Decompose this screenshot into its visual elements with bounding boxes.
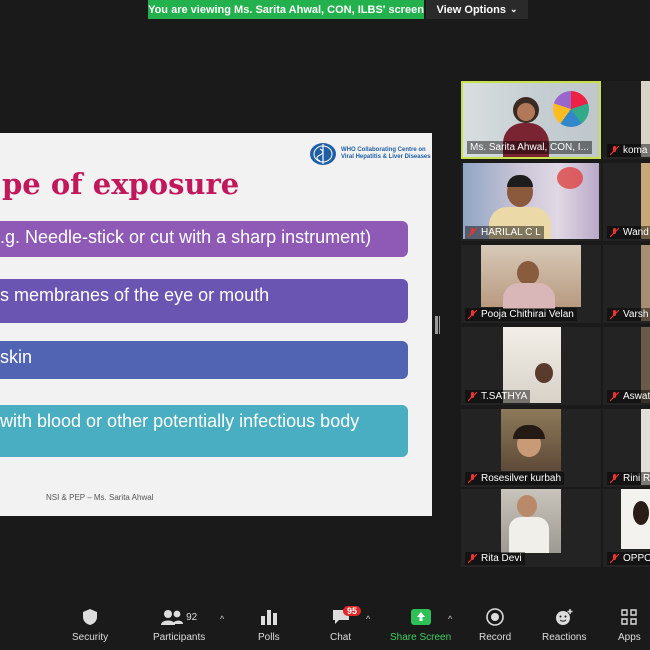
splitter-handle[interactable]: [435, 316, 438, 334]
slide-footer: NSI & PEP – Ms. Sarita Ahwal: [46, 493, 154, 502]
polls-icon: [260, 610, 277, 625]
share-screen-caret-icon[interactable]: ^: [448, 614, 452, 624]
participant-name: Rosesilver kurbah: [465, 472, 565, 485]
mic-muted-icon: [610, 145, 619, 155]
participant-tile[interactable]: T.SATHYA: [461, 327, 601, 405]
view-options-button[interactable]: View Options ⌄: [426, 0, 528, 19]
polls-button[interactable]: Polls: [258, 606, 280, 643]
participants-label: Participants: [153, 632, 206, 643]
participant-tile[interactable]: Rini R: [603, 409, 650, 487]
mic-muted-icon: [610, 391, 619, 401]
participant-name: HARILAL C L: [465, 226, 544, 239]
participant-name: Wand: [607, 226, 650, 239]
who-logo: WHO Collaborating Centre on Viral Hepati…: [308, 141, 431, 167]
security-label: Security: [72, 632, 109, 643]
participant-tile[interactable]: Ms. Sarita Ahwal, CON, I...: [461, 81, 601, 159]
mic-muted-icon: [610, 227, 619, 237]
mic-muted-icon: [468, 391, 477, 401]
participant-tile[interactable]: Rosesilver kurbah: [461, 409, 601, 487]
share-screen-button[interactable]: Share Screen: [390, 606, 451, 643]
participant-tile[interactable]: OPPO: [603, 489, 650, 567]
participants-icon: [161, 610, 184, 625]
mic-muted-icon: [610, 473, 619, 483]
slide-bullet-4: with blood or other potentially infectio…: [0, 405, 408, 457]
participant-name: T.SATHYA: [465, 390, 531, 403]
participant-name: koma: [607, 144, 650, 157]
polls-label: Polls: [258, 632, 280, 643]
participant-name: Varsh: [607, 308, 650, 321]
slide-bullet-1: .g. Needle-stick or cut with a sharp ins…: [0, 221, 408, 257]
record-icon: [486, 608, 504, 626]
mic-muted-icon: [468, 473, 477, 483]
participant-tile[interactable]: Wand: [603, 163, 650, 241]
participant-name: Pooja Chithirai Velan: [465, 308, 577, 321]
participant-name: Rini R: [607, 472, 650, 485]
slide-bullet-3: skin: [0, 341, 408, 379]
slide-title: pe of exposure: [2, 167, 240, 201]
participant-name: Aswat: [607, 390, 650, 403]
participant-tile[interactable]: Varsh: [603, 245, 650, 323]
viewing-screen-banner: You are viewing Ms. Sarita Ahwal, CON, I…: [148, 0, 424, 19]
record-label: Record: [479, 632, 512, 643]
chevron-down-icon: ⌄: [509, 4, 518, 14]
reactions-button[interactable]: Reactions: [542, 606, 586, 643]
apps-button[interactable]: Apps: [618, 606, 641, 643]
apps-label: Apps: [618, 632, 641, 643]
participant-tile[interactable]: HARILAL C L: [461, 163, 601, 241]
chat-label: Chat: [330, 632, 352, 643]
participant-name: Ms. Sarita Ahwal, CON, I...: [467, 141, 592, 154]
participant-tile[interactable]: Pooja Chithirai Velan: [461, 245, 601, 323]
view-options-label: View Options: [436, 3, 506, 16]
participants-count: 92: [186, 611, 198, 623]
reactions-label: Reactions: [542, 632, 587, 643]
shield-icon: [83, 609, 98, 625]
meeting-toolbar: Security 92 Participants ^ Polls Chat 95…: [0, 600, 650, 650]
who-text: WHO Collaborating Centre on Viral Hepati…: [341, 147, 431, 160]
participants-caret-icon[interactable]: ^: [220, 614, 224, 624]
who-emblem-icon: [310, 143, 336, 165]
slide-bullet-2: s membranes of the eye or mouth: [0, 279, 408, 323]
share-screen-icon: [410, 609, 431, 625]
record-button[interactable]: Record: [479, 606, 511, 643]
mic-muted-icon: [610, 553, 619, 563]
participant-tile[interactable]: koma: [603, 81, 650, 159]
mic-muted-icon: [468, 553, 477, 563]
participant-name: Rita Devi: [465, 552, 525, 565]
participant-tile[interactable]: Aswat: [603, 327, 650, 405]
security-button[interactable]: Security: [72, 606, 108, 643]
apps-icon: [621, 609, 638, 625]
reactions-icon: [556, 609, 573, 625]
participant-tile[interactable]: Rita Devi: [461, 489, 601, 567]
shared-slide: WHO Collaborating Centre on Viral Hepati…: [0, 133, 432, 516]
mic-muted-icon: [468, 227, 477, 237]
participants-button[interactable]: 92 Participants: [153, 606, 205, 643]
share-screen-label: Share Screen: [390, 632, 452, 643]
splitter-handle-line: [439, 316, 440, 334]
chat-caret-icon[interactable]: ^: [366, 614, 370, 624]
mic-muted-icon: [610, 309, 619, 319]
mic-muted-icon: [468, 309, 477, 319]
participant-name: OPPO: [607, 552, 650, 565]
chat-unread-badge: 95: [343, 606, 362, 616]
